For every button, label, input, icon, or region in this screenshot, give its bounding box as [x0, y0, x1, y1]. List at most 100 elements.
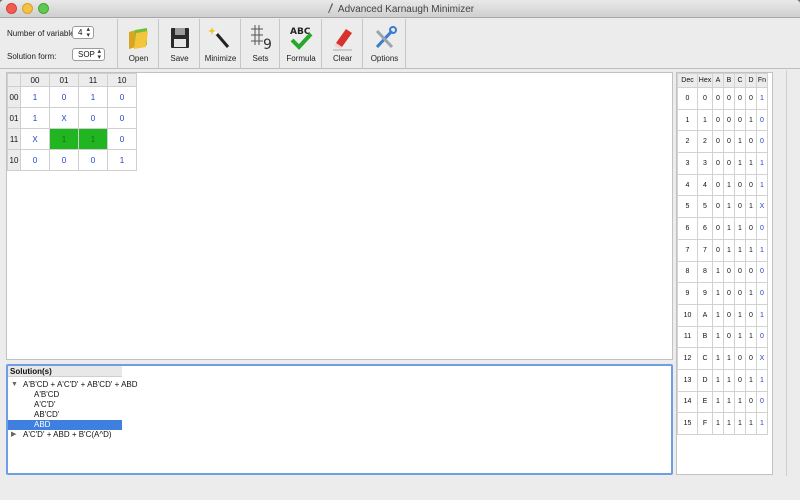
tt-cell-fn[interactable]: 1 [756, 238, 768, 262]
tt-cell-fn[interactable]: 0 [756, 325, 768, 349]
formula-button[interactable]: ABC Formula [281, 19, 322, 69]
kmap-cell[interactable]: 0 [78, 107, 108, 129]
kmap-cell[interactable]: 0 [107, 128, 137, 150]
kmap-cell[interactable]: 0 [107, 86, 137, 108]
tt-cell-hex: 3 [697, 152, 713, 175]
clear-button[interactable]: Clear [323, 19, 363, 69]
tt-cell-fn[interactable]: 1 [756, 368, 768, 392]
truth-table-row: 11 B 1 0 1 1 0 [677, 325, 768, 349]
tt-cell-fn[interactable]: 0 [756, 282, 768, 305]
tt-cell-c: 1 [734, 152, 746, 175]
disclosure-collapsed-icon[interactable]: ▶ [11, 430, 16, 440]
tt-cell-a: 1 [712, 390, 724, 414]
truth-table-row: 2200100 [677, 130, 768, 154]
kmap-col-header: 10 [107, 73, 137, 87]
kmap-cell[interactable]: 1 [20, 107, 50, 129]
kmap-row-header: 00 [7, 86, 21, 108]
solution-expanded-row[interactable]: ▼ A'B'CD + A'C'D' + AB'CD' + ABD [10, 380, 650, 390]
truth-table-row: 8810000 [677, 260, 768, 284]
solution-form-select[interactable]: SOP ▴ ▾ [72, 48, 105, 61]
kmap-cell[interactable]: 1 [20, 86, 50, 108]
tt-cell-c: 0 [734, 282, 746, 305]
tt-cell-dec: 14 [677, 390, 698, 414]
tt-cell-fn[interactable]: X [756, 195, 768, 219]
app-window: Advanced Karnaugh Minimizer Number of va… [0, 0, 800, 500]
solution-expression: A'B'CD + A'C'D' + AB'CD' + ABD [23, 380, 138, 389]
tt-cell-d: 1 [745, 195, 757, 219]
tt-cell-c: 1 [734, 390, 746, 414]
num-vars-stepper[interactable]: 4 ▴ ▾ [72, 26, 94, 39]
sets-button[interactable]: 9 Sets [242, 19, 280, 69]
svg-text:9: 9 [263, 37, 272, 51]
tt-cell-b: 0 [723, 282, 735, 305]
tt-header-c: C [734, 73, 746, 88]
options-group: Number of variables: 4 ▴ ▾ Solution form:… [0, 19, 118, 69]
tt-cell-dec: 1 [677, 108, 698, 132]
tt-cell-d: 0 [745, 173, 757, 197]
tt-cell-a: 1 [712, 412, 724, 435]
solution-term[interactable]: A'C'D' [34, 400, 55, 410]
minimize-button[interactable]: Minimize [201, 19, 241, 69]
kmap-cell-grouped[interactable]: 1 [49, 128, 79, 150]
kmap-cell[interactable]: 1 [78, 86, 108, 108]
tt-cell-hex: 8 [697, 260, 713, 284]
tt-cell-dec: 10 [677, 303, 698, 327]
clear-label: Clear [332, 54, 353, 63]
solution-term[interactable]: AB'CD' [34, 410, 59, 420]
tt-cell-d: 0 [745, 303, 757, 327]
num-vars-label: Number of variables: [7, 29, 81, 38]
tt-cell-d: 1 [745, 368, 757, 392]
tt-cell-d: 1 [745, 412, 757, 435]
tt-cell-fn[interactable]: 1 [756, 173, 768, 197]
tt-cell-d: 0 [745, 390, 757, 414]
kmap-cell[interactable]: X [20, 128, 50, 150]
kmap-cell[interactable]: X [49, 107, 79, 129]
solution-term[interactable]: A'B'CD [34, 390, 59, 400]
tt-cell-fn[interactable]: 0 [756, 108, 768, 132]
tt-cell-b: 0 [723, 130, 735, 154]
kmap-cell[interactable]: 0 [20, 149, 50, 171]
tt-cell-d: 1 [745, 152, 757, 175]
tt-cell-a: 1 [712, 282, 724, 305]
open-button[interactable]: Open [119, 19, 159, 69]
tt-cell-fn[interactable]: X [756, 347, 768, 370]
kmap-cell[interactable]: 1 [107, 149, 137, 171]
tt-cell-dec: 2 [677, 130, 698, 154]
options-button[interactable]: Options [364, 19, 406, 69]
magic-wand-icon [207, 27, 229, 48]
tt-cell-d: 1 [745, 108, 757, 132]
tt-cell-a: 0 [712, 130, 724, 154]
tt-cell-fn[interactable]: 1 [756, 87, 768, 110]
tt-cell-fn[interactable]: 0 [756, 130, 768, 154]
app-icon [327, 3, 333, 13]
tt-cell-fn[interactable]: 1 [756, 412, 768, 435]
truth-table-row: 15 F 1 1 1 1 1 [677, 412, 768, 435]
vertical-scrollbar[interactable] [786, 70, 799, 476]
kmap-cell[interactable]: 0 [49, 86, 79, 108]
tt-cell-a: 1 [712, 303, 724, 327]
tt-cell-a: 1 [712, 347, 724, 370]
window-title-area: Advanced Karnaugh Minimizer [0, 3, 800, 15]
tt-cell-d: 0 [745, 347, 757, 370]
eraser-icon [332, 29, 352, 51]
tt-cell-fn[interactable]: 0 [756, 260, 768, 284]
disclosure-expanded-icon[interactable]: ▼ [11, 380, 18, 390]
minimize-label: Minimize [204, 54, 237, 63]
save-button[interactable]: Save [160, 19, 200, 69]
kmap-cell-grouped[interactable]: 1 [78, 128, 108, 150]
tt-cell-b: 1 [723, 390, 735, 414]
tt-cell-fn[interactable]: 0 [756, 217, 768, 240]
kmap-cell[interactable]: 0 [49, 149, 79, 171]
tt-cell-fn[interactable]: 1 [756, 303, 768, 327]
tt-cell-d: 1 [745, 282, 757, 305]
options-label: Options [370, 54, 399, 63]
truth-table-row: 13 D 1 1 0 1 1 [677, 368, 768, 392]
tt-cell-d: 0 [745, 130, 757, 154]
tt-cell-fn[interactable]: 0 [756, 390, 768, 414]
solution-collapsed-row[interactable]: ▶ A'C'D' + ABD + B'C(A^D) [10, 430, 650, 440]
kmap-cell[interactable]: 0 [78, 149, 108, 171]
tt-cell-fn[interactable]: 1 [756, 152, 768, 175]
solution-term-selected[interactable]: ABD [8, 420, 122, 430]
kmap-cell[interactable]: 0 [107, 107, 137, 129]
tt-cell-b: 0 [723, 303, 735, 327]
